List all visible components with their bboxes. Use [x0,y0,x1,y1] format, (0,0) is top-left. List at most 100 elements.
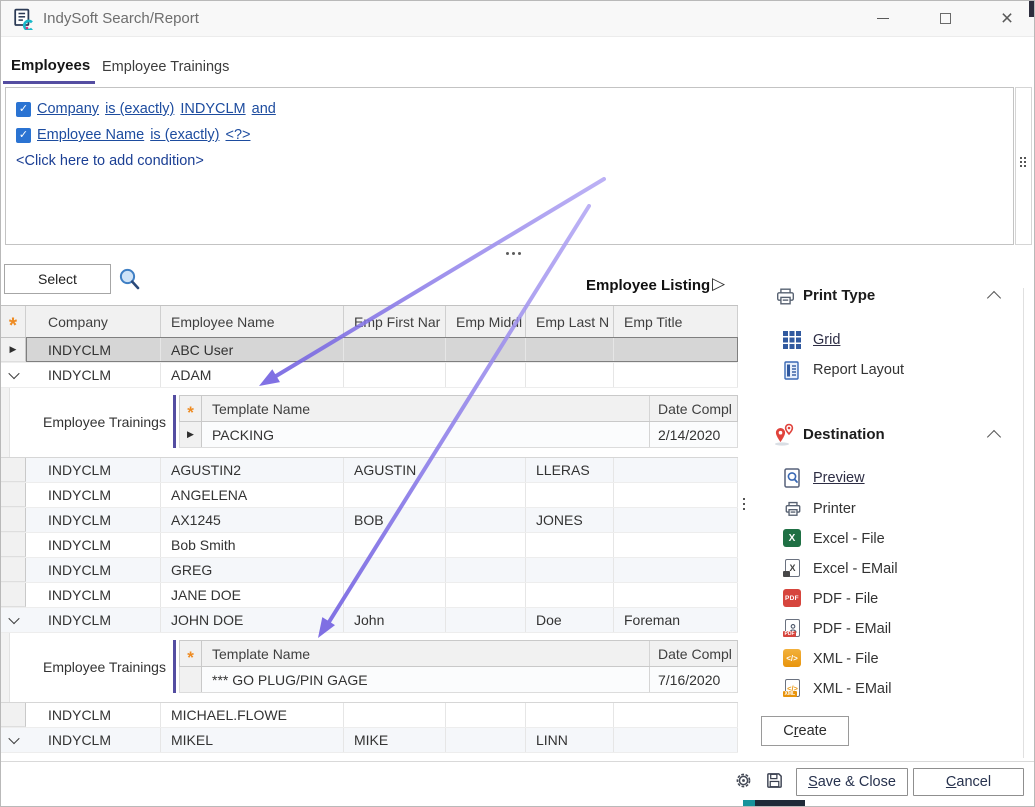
tab-employees[interactable]: Employees [11,57,90,74]
check-icon: ✓ [19,129,28,141]
excel-email-icon[interactable]: X [784,559,802,577]
pdf-file-icon[interactable]: PDF [783,589,801,607]
subgrid-row[interactable]: ▶ PACKING 2/14/2020 [179,422,738,448]
collapse-print-type-icon[interactable] [987,291,1001,305]
settings-gear-icon[interactable] [734,771,753,795]
column-header-first-name[interactable]: Emp First Nar [344,306,446,337]
column-header-company[interactable]: Company [26,306,161,337]
print-type-option-grid[interactable]: Grid [813,332,840,348]
condition-field-link[interactable]: Company [37,101,99,117]
cell-title [614,363,738,387]
minimize-icon [877,18,889,19]
report-layout-icon[interactable] [784,361,802,379]
table-row[interactable]: INDYCLM JANE DOE [1,583,738,608]
cell-middle [446,363,526,387]
tab-employee-trainings[interactable]: Employee Trainings [102,59,229,75]
cell-middle [446,728,526,752]
row-indicator [1,703,26,727]
column-header-employee-name[interactable]: Employee Name [161,306,344,337]
xml-email-icon[interactable]: </>XML [784,679,802,697]
destination-option-printer[interactable]: Printer [813,501,856,517]
condition-field-link[interactable]: Employee Name [37,127,144,143]
condition-conjunction-link[interactable]: and [252,101,276,117]
row-indicator: ▶ [180,422,202,447]
grid-view-icon[interactable] [783,331,801,349]
column-header-last-name[interactable]: Emp Last N [526,306,614,337]
subgrid-row[interactable]: *** GO PLUG/PIN GAGE 7/16/2020 [179,667,738,693]
preview-icon[interactable] [784,468,802,486]
destination-option-xml-email[interactable]: XML - EMail [813,681,891,697]
column-header-template-name[interactable]: Template Name [202,396,650,421]
destination-option-pdf-file[interactable]: PDF - File [813,591,878,607]
select-button[interactable]: Select [4,264,111,294]
save-and-close-button[interactable]: Save & Close [796,768,908,796]
pdf-email-icon[interactable]: PDF [784,619,802,637]
table-row[interactable]: INDYCLM ANGELENA [1,483,738,508]
print-type-option-report-layout[interactable]: Report Layout [813,362,904,378]
condition-panel-handle[interactable] [1015,87,1032,245]
drag-dots-icon [1020,157,1026,167]
destination-option-excel-file[interactable]: Excel - File [813,531,885,547]
detail-accent-bar [173,640,176,693]
table-row-expanded[interactable]: INDYCLM JOHN DOE John Doe Foreman [1,608,738,633]
create-button[interactable]: Create [761,716,849,746]
cancel-button[interactable]: Cancel [913,768,1024,796]
column-header-date-completed[interactable]: Date Compl [650,641,737,666]
condition-value-link[interactable]: INDYCLM [180,101,245,117]
chevron-down-icon [8,613,19,624]
condition-checkbox[interactable]: ✓ [16,128,31,143]
cell-company: INDYCLM [26,363,161,387]
add-condition-link[interactable]: <Click here to add condition> [16,153,204,169]
cell-name: ANGELENA [161,483,344,507]
detail-accent-bar [173,395,176,448]
collapse-destination-icon[interactable] [987,430,1001,444]
required-column-header[interactable]: * [1,306,26,337]
cell-company: INDYCLM [26,458,161,482]
table-row-expanded[interactable]: INDYCLM ADAM [1,363,738,388]
printer-small-icon[interactable] [783,499,801,517]
cell-title [614,458,738,482]
collapse-row-toggle[interactable] [1,363,26,387]
column-header-date-completed[interactable]: Date Compl [650,396,737,421]
cell-first [344,338,446,362]
table-row[interactable]: INDYCLM GREG [1,558,738,583]
vertical-splitter-handle[interactable] [743,498,745,510]
required-column-header[interactable]: * [180,396,202,421]
table-row[interactable]: INDYCLM Bob Smith [1,533,738,558]
cell-name: JOHN DOE [161,608,344,632]
condition-value-link[interactable]: <?> [225,127,250,143]
search-icon[interactable] [116,266,143,298]
minimize-button[interactable] [863,1,903,35]
collapse-row-toggle[interactable] [1,728,26,752]
horizontal-splitter-handle[interactable] [506,252,521,255]
condition-checkbox[interactable]: ✓ [16,102,31,117]
column-header-title[interactable]: Emp Title [614,306,738,337]
required-column-header[interactable]: * [180,641,202,666]
maximize-button[interactable] [925,1,965,35]
xml-file-icon[interactable]: </> [783,649,801,667]
condition-operator-link[interactable]: is (exactly) [150,127,219,143]
column-header-middle-name[interactable]: Emp Middl [446,306,526,337]
close-button[interactable]: × [987,1,1027,35]
table-row[interactable]: INDYCLM AX1245 BOB JONES [1,508,738,533]
condition-operator-link[interactable]: is (exactly) [105,101,174,117]
cell-middle [446,583,526,607]
save-settings-icon[interactable] [765,771,784,795]
excel-letter: X [789,533,796,544]
collapse-row-toggle[interactable] [1,608,26,632]
excel-file-icon[interactable]: X [783,529,801,547]
table-row[interactable]: INDYCLM MICHAEL.FLOWE [1,703,738,728]
column-header-template-name[interactable]: Template Name [202,641,650,666]
table-row-expanded[interactable]: INDYCLM MIKEL MIKE LINN [1,728,738,753]
cell-middle [446,458,526,482]
cell-first [344,558,446,582]
employee-grid: * Company Employee Name Emp First Nar Em… [1,305,738,753]
destination-option-excel-email[interactable]: Excel - EMail [813,561,898,577]
destination-option-pdf-email[interactable]: PDF - EMail [813,621,891,637]
destination-option-xml-file[interactable]: XML - File [813,651,879,667]
table-row-selected[interactable]: ▶ INDYCLM ABC User [1,338,738,363]
destination-option-preview[interactable]: Preview [813,470,865,486]
table-row[interactable]: INDYCLM AGUSTIN2 AGUSTIN LLERAS [1,458,738,483]
run-listing-icon[interactable]: ▷ [712,274,725,294]
row-indicator [1,583,26,607]
